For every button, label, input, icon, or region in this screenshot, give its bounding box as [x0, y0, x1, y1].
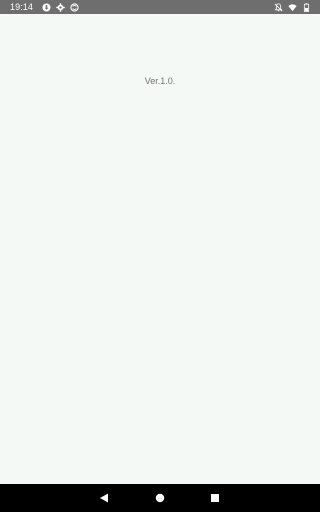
notifications-off-icon	[274, 2, 283, 12]
wifi-icon	[288, 3, 297, 12]
status-bar-left: 19:14	[10, 0, 84, 14]
gear-icon	[56, 2, 65, 12]
status-time: 19:14	[10, 2, 34, 12]
main-content: Ver.1.0.	[0, 14, 320, 484]
navigation-bar	[0, 484, 320, 512]
sync-icon	[70, 2, 79, 12]
download-icon	[42, 2, 51, 12]
back-icon[interactable]	[97, 491, 111, 505]
status-bar: 19:14	[0, 0, 320, 14]
battery-icon	[302, 2, 311, 12]
home-icon[interactable]	[153, 491, 167, 505]
version-label: Ver.1.0.	[144, 76, 176, 86]
recents-icon[interactable]	[208, 491, 222, 505]
status-bar-right	[272, 0, 314, 14]
